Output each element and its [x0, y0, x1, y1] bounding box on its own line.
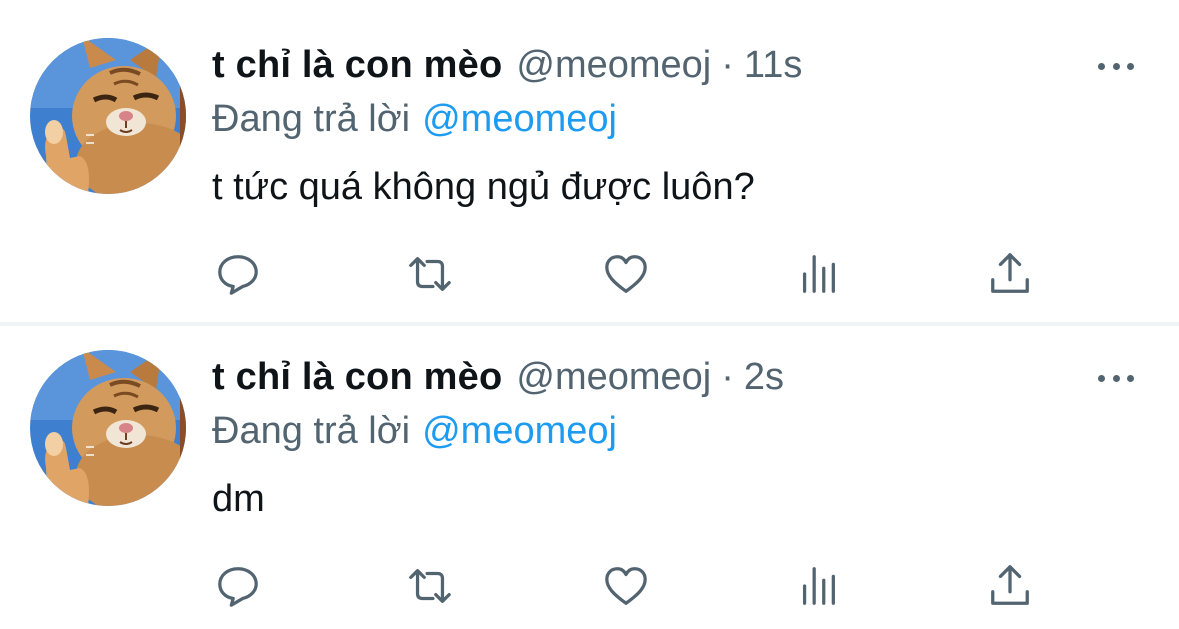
tweet-actions: [0, 246, 1179, 302]
timestamp[interactable]: 2s: [744, 352, 784, 402]
tweet[interactable]: t chỉ là con mèo @meomeoj · 2s Đang trả …: [0, 326, 1179, 629]
tweet-header: t chỉ là con mèo @meomeoj · 2s: [212, 352, 784, 402]
cat-avatar-image: [30, 350, 186, 506]
separator-dot: ·: [721, 44, 734, 86]
tweet[interactable]: t chỉ là con mèo @meomeoj · 11s Đang trả…: [0, 0, 1179, 323]
reply-context: Đang trả lời @meomeoj: [212, 94, 617, 144]
views-button[interactable]: [790, 558, 846, 614]
tweet-feed: t chỉ là con mèo @meomeoj · 11s Đang trả…: [0, 0, 1179, 629]
display-name[interactable]: t chỉ là con mèo: [212, 40, 502, 90]
handle[interactable]: @meomeoj: [516, 352, 711, 402]
reply-mention-link[interactable]: @meomeoj: [422, 98, 617, 140]
reply-icon: [218, 567, 258, 607]
views-button[interactable]: [790, 246, 846, 302]
share-icon: [991, 253, 1029, 293]
avatar[interactable]: [30, 38, 186, 194]
views-icon: [802, 255, 835, 293]
reply-prefix: Đang trả lời: [212, 98, 411, 140]
timestamp[interactable]: 11s: [744, 40, 802, 90]
reply-button[interactable]: [210, 558, 266, 614]
cat-avatar-image: [30, 38, 186, 194]
reply-mention-link[interactable]: @meomeoj: [422, 410, 617, 452]
share-icon: [991, 565, 1029, 605]
tweet-actions: [0, 558, 1179, 614]
like-button[interactable]: [598, 246, 654, 302]
reply-prefix: Đang trả lời: [212, 410, 411, 452]
like-icon: [605, 255, 647, 293]
avatar[interactable]: [30, 350, 186, 506]
more-options-icon[interactable]: [1094, 368, 1138, 388]
reply-icon: [218, 255, 258, 295]
more-options-icon[interactable]: [1094, 56, 1138, 76]
display-name[interactable]: t chỉ là con mèo: [212, 352, 502, 402]
share-button[interactable]: [982, 246, 1038, 302]
like-icon: [605, 567, 647, 605]
tweet-header: t chỉ là con mèo @meomeoj · 11s: [212, 40, 802, 90]
reply-context: Đang trả lời @meomeoj: [212, 406, 617, 456]
tweet-text: dm: [212, 478, 265, 520]
retweet-button[interactable]: [402, 558, 458, 614]
handle[interactable]: @meomeoj: [516, 40, 711, 90]
separator-dot: ·: [721, 356, 734, 398]
retweet-icon: [409, 569, 451, 603]
share-button[interactable]: [982, 558, 1038, 614]
views-icon: [802, 567, 835, 605]
tweet-text: t tức quá không ngủ được luôn?: [212, 166, 755, 208]
reply-button[interactable]: [210, 246, 266, 302]
like-button[interactable]: [598, 558, 654, 614]
retweet-icon: [409, 257, 451, 291]
retweet-button[interactable]: [402, 246, 458, 302]
